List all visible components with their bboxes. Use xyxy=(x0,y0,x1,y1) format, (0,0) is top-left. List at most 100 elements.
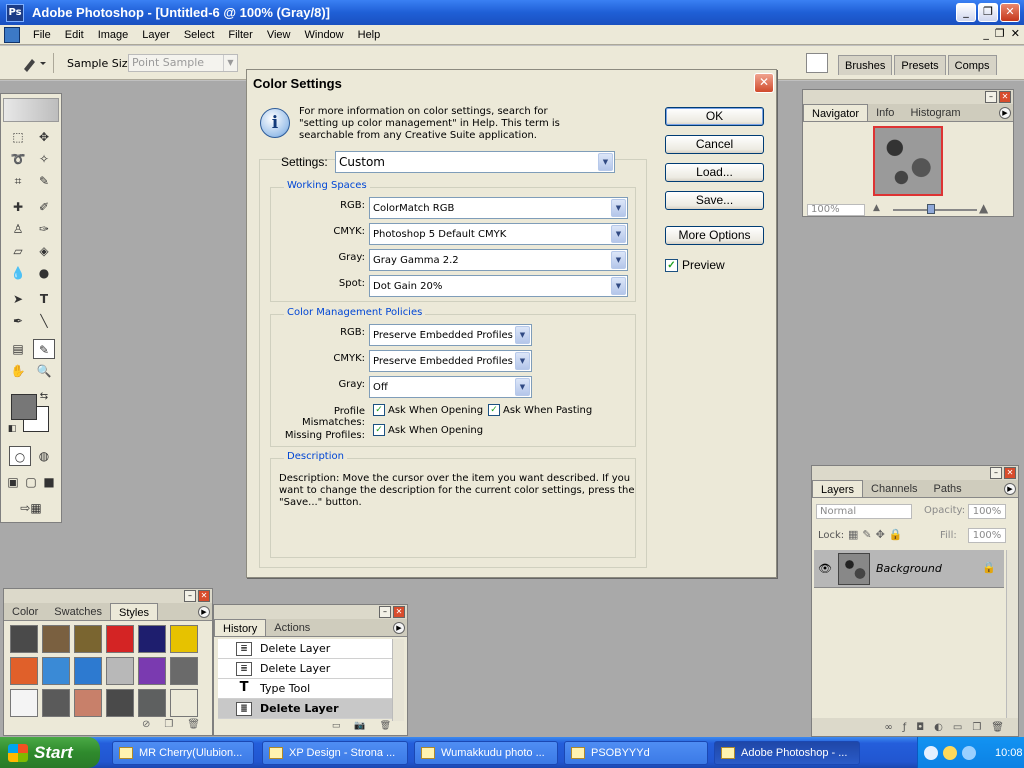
style-swatch[interactable] xyxy=(106,625,134,653)
crop-tool-icon[interactable]: ⌗ xyxy=(7,171,29,191)
style-swatch[interactable] xyxy=(74,657,102,685)
menu-layer[interactable]: Layer xyxy=(135,29,177,41)
trash-icon[interactable]: 🗑 xyxy=(187,719,200,735)
eyedropper-preset-icon[interactable] xyxy=(18,53,54,73)
palette-minimize-icon[interactable]: – xyxy=(985,91,997,103)
path-selection-tool-icon[interactable]: ➤ xyxy=(7,289,29,309)
more-options-button[interactable]: More Options xyxy=(665,226,764,245)
clear-style-icon[interactable]: ⊘ xyxy=(142,719,150,735)
menu-file[interactable]: File xyxy=(26,29,58,41)
blur-tool-icon[interactable]: 💧 xyxy=(7,263,29,283)
style-swatch[interactable] xyxy=(74,689,102,717)
history-state-current[interactable]: ≣ Delete Layer xyxy=(218,699,392,719)
trash-icon[interactable]: 🗑 xyxy=(380,721,391,735)
menu-window[interactable]: Window xyxy=(298,29,351,41)
ws-spot-select[interactable]: Dot Gain 20% ▼ xyxy=(369,275,628,297)
palette-minimize-icon[interactable]: – xyxy=(990,467,1002,479)
check-icon[interactable]: ✓ xyxy=(488,404,500,416)
opacity-field[interactable]: 100% xyxy=(968,504,1006,519)
style-swatch[interactable] xyxy=(106,657,134,685)
tab-navigator[interactable]: Navigator xyxy=(803,104,869,121)
style-swatch[interactable] xyxy=(170,689,198,717)
well-tab-brushes[interactable]: Brushes xyxy=(838,55,893,75)
tab-info[interactable]: Info xyxy=(868,104,902,121)
style-swatch[interactable] xyxy=(74,625,102,653)
cmp-cmyk-select[interactable]: Preserve Embedded Profiles ▼ xyxy=(369,350,532,372)
navigator-thumbnail[interactable] xyxy=(873,126,943,196)
ok-button[interactable]: OK xyxy=(665,107,764,126)
history-state[interactable]: T Type Tool xyxy=(218,679,392,699)
tab-layers[interactable]: Layers xyxy=(812,480,864,497)
style-swatch[interactable] xyxy=(138,625,166,653)
add-mask-icon[interactable]: ◘ xyxy=(916,722,924,733)
well-tab-comps[interactable]: Comps xyxy=(947,55,997,75)
doc-restore-button[interactable]: ❐ xyxy=(995,27,1005,40)
cmp-gray-select[interactable]: Off ▼ xyxy=(369,376,532,398)
magic-wand-tool-icon[interactable]: ✧ xyxy=(33,149,55,169)
feather-logo-icon[interactable] xyxy=(3,98,59,122)
move-tool-icon[interactable]: ✥ xyxy=(33,127,55,147)
style-swatch[interactable] xyxy=(106,689,134,717)
tab-actions[interactable]: Actions xyxy=(266,619,318,636)
new-style-icon[interactable]: ❐ xyxy=(164,719,173,735)
zoom-out-icon[interactable]: ▲ xyxy=(873,203,880,213)
new-layer-icon[interactable]: ❐ xyxy=(972,722,981,733)
paint-bucket-tool-icon[interactable]: ◈ xyxy=(33,241,55,261)
dialog-close-button[interactable]: ✕ xyxy=(754,73,774,93)
link-layers-icon[interactable]: ∞ xyxy=(884,722,892,733)
brush-tool-icon[interactable]: ✐ xyxy=(33,197,55,217)
tab-history[interactable]: History xyxy=(214,619,267,636)
type-tool-icon[interactable]: T xyxy=(33,289,55,309)
well-tab-presets[interactable]: Presets xyxy=(894,55,946,75)
document-icon[interactable] xyxy=(4,26,20,43)
style-swatch[interactable] xyxy=(170,625,198,653)
notes-tool-icon[interactable]: ▤ xyxy=(7,339,29,359)
window-title-bar[interactable]: Ps Adobe Photoshop - [Untitled-6 @ 100% … xyxy=(0,0,1024,25)
check-icon[interactable]: ✓ xyxy=(373,424,385,436)
clone-stamp-tool-icon[interactable]: ♙ xyxy=(7,219,29,239)
ws-rgb-select[interactable]: ColorMatch RGB ▼ xyxy=(369,197,628,219)
style-swatch[interactable] xyxy=(138,657,166,685)
palette-close-icon[interactable]: ✕ xyxy=(393,606,405,618)
screen-mode-full-icon[interactable]: ■ xyxy=(41,472,57,492)
history-scrollbar[interactable] xyxy=(392,639,404,721)
healing-brush-tool-icon[interactable]: ✚ xyxy=(7,197,29,217)
snapshot-icon[interactable]: 📷 xyxy=(354,721,365,735)
menu-help[interactable]: Help xyxy=(351,29,388,41)
palette-header[interactable]: – ✕ xyxy=(4,589,212,603)
menu-view[interactable]: View xyxy=(260,29,298,41)
menu-image[interactable]: Image xyxy=(91,29,136,41)
taskbar-item[interactable]: PSOBYYYd xyxy=(564,741,708,765)
missing-ask-when-opening-checkbox[interactable]: ✓ Ask When Opening xyxy=(373,424,483,436)
eraser-tool-icon[interactable]: ▱ xyxy=(7,241,29,261)
save-button[interactable]: Save... xyxy=(665,191,764,210)
style-swatch[interactable] xyxy=(10,625,38,653)
palette-close-icon[interactable]: ✕ xyxy=(198,590,210,602)
tab-channels[interactable]: Channels xyxy=(863,480,925,497)
zoom-in-icon[interactable]: ▲ xyxy=(979,201,988,215)
screen-mode-standard-icon[interactable]: ▣ xyxy=(5,472,21,492)
new-group-icon[interactable]: ▭ xyxy=(953,722,962,733)
lasso-tool-icon[interactable]: ➰ xyxy=(7,149,29,169)
clock[interactable]: 10:08 xyxy=(995,747,1023,759)
lock-options-icons[interactable]: ▦✎✥🔒 xyxy=(848,528,907,541)
history-brush-tool-icon[interactable]: ✑ xyxy=(33,219,55,239)
style-swatch[interactable] xyxy=(42,657,70,685)
sun-icon[interactable] xyxy=(943,745,957,760)
sample-size-select[interactable]: Point Sample ▼ xyxy=(128,54,238,72)
zoom-slider-handle[interactable] xyxy=(927,204,935,214)
check-icon[interactable]: ✓ xyxy=(665,258,678,272)
ask-when-pasting-checkbox[interactable]: ✓ Ask When Pasting xyxy=(488,404,592,416)
standard-mode-icon[interactable]: ○ xyxy=(9,446,31,466)
history-state[interactable]: ≣ Delete Layer xyxy=(218,639,392,659)
ws-gray-select[interactable]: Gray Gamma 2.2 ▼ xyxy=(369,249,628,271)
menu-select[interactable]: Select xyxy=(177,29,222,41)
doc-minimize-button[interactable]: _ xyxy=(983,27,989,40)
doc-close-button[interactable]: ✕ xyxy=(1011,27,1020,40)
pen-tool-icon[interactable]: ✒ xyxy=(7,311,29,331)
tab-histogram[interactable]: Histogram xyxy=(902,104,968,121)
cmp-rgb-select[interactable]: Preserve Embedded Profiles ▼ xyxy=(369,324,532,346)
style-swatch[interactable] xyxy=(10,689,38,717)
style-swatch[interactable] xyxy=(10,657,38,685)
style-swatch[interactable] xyxy=(170,657,198,685)
